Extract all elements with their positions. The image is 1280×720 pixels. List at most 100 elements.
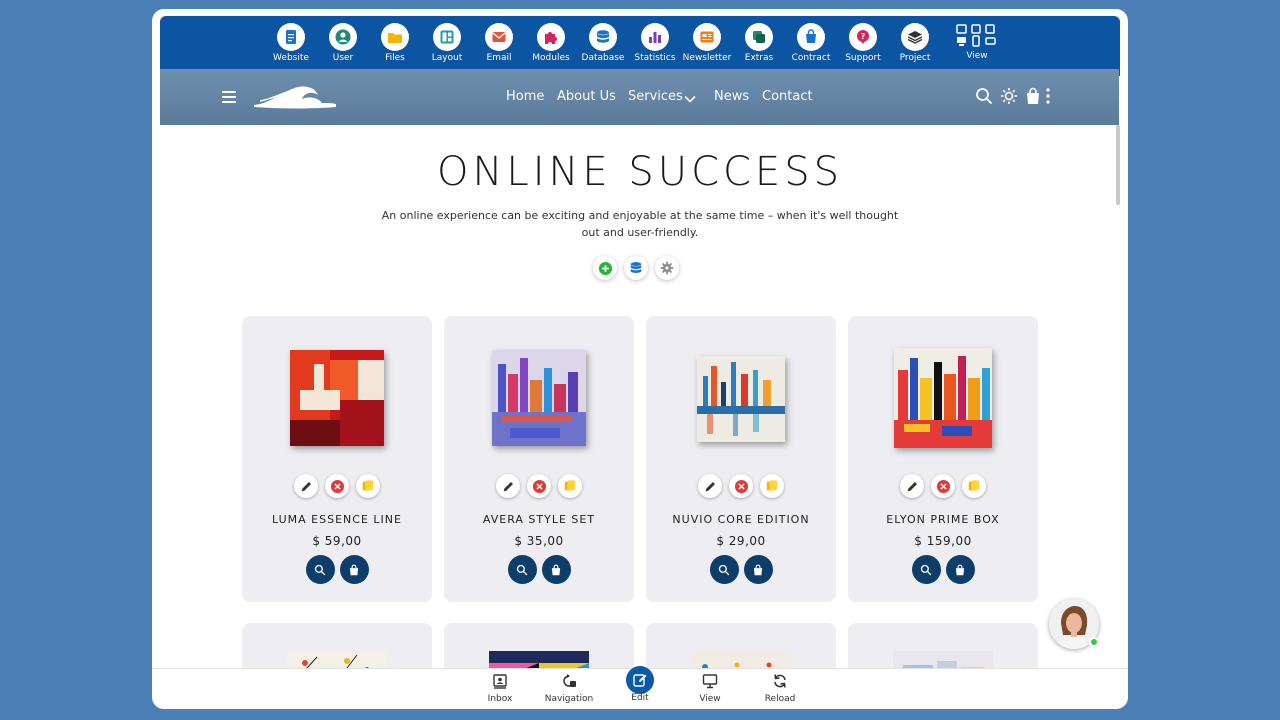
quick-view-button[interactable] [305,555,335,584]
document-icon [277,23,305,51]
card-actions [242,555,432,584]
admin-label: View [966,51,988,61]
product-image[interactable] [697,356,785,442]
search-icon [516,564,528,575]
close-circle-icon [936,479,950,493]
pencil-icon [907,481,917,491]
admin-view[interactable]: View [951,16,1003,76]
admin-support[interactable]: ? Support [837,16,889,76]
nav-news[interactable]: News [714,89,749,104]
close-circle-icon [734,479,748,493]
bottom-edit[interactable]: Edit [610,666,670,703]
admin-extras[interactable]: Extras [733,16,785,76]
copy-icon [766,480,778,491]
product-card[interactable]: AVERA STYLE SET $ 35,00 [444,316,634,602]
pencil-icon [705,481,715,491]
bottom-toolbar: Inbox Navigation Edit View Reload [152,666,1128,709]
bottom-view[interactable]: View [680,673,740,704]
product-card[interactable]: NUVIO CORE EDITION $ 29,00 [646,316,836,602]
quick-view-button[interactable] [507,555,537,584]
admin-layout[interactable]: Layout [421,16,473,76]
delete-button[interactable] [729,474,753,498]
admin-label: Statistics [634,53,676,63]
edit-button[interactable] [698,474,722,498]
wave-logo[interactable] [252,83,338,109]
admin-label: Support [845,53,881,63]
bottom-inbox[interactable]: Inbox [470,673,530,704]
add-to-cart-button[interactable] [541,555,571,584]
nav-services[interactable]: Services [628,89,683,104]
edit-button[interactable] [496,474,520,498]
product-price: $ 29,00 [716,534,766,548]
bottom-reload[interactable]: Reload [750,673,810,704]
edit-button[interactable] [294,474,318,498]
card-actions [848,555,1038,584]
delete-button[interactable] [931,474,955,498]
user-icon [329,23,357,51]
monitor-icon [702,674,718,689]
admin-label: Website [273,53,309,63]
sun-icon[interactable] [1000,87,1018,105]
copy-button[interactable] [962,474,986,498]
inbox-icon [493,674,507,689]
search-icon[interactable] [975,87,993,105]
edit-fab[interactable] [626,666,654,694]
add-to-cart-button[interactable] [339,555,369,584]
product-image[interactable] [492,350,586,446]
product-card[interactable]: LUMA ESSENCE LINE $ 59,00 [242,316,432,602]
copy-button[interactable] [760,474,784,498]
nav-home[interactable]: Home [506,89,544,104]
pencil-icon [301,481,311,491]
card-edit-tools [242,474,432,498]
menu-icon[interactable] [222,91,236,103]
admin-email[interactable]: Email [473,16,525,76]
add-button[interactable] [593,256,617,280]
contract-icon [797,23,825,51]
database-button[interactable] [624,256,648,280]
product-card[interactable]: ELYON PRIME BOX $ 159,00 [848,316,1038,602]
admin-project[interactable]: Project [889,16,941,76]
admin-modules[interactable]: Modules [525,16,577,76]
reload-icon [774,674,786,688]
search-icon [718,564,730,575]
settings-button[interactable] [655,256,679,280]
quick-view-button[interactable] [911,555,941,584]
nav-about-us[interactable]: About Us [557,89,616,104]
delete-button[interactable] [325,474,349,498]
admin-database[interactable]: Database [577,16,629,76]
product-image[interactable] [290,350,384,446]
shopping-bag-icon[interactable] [1024,87,1042,105]
admin-contract[interactable]: Contract [785,16,837,76]
close-circle-icon [532,479,546,493]
edit-button[interactable] [900,474,924,498]
more-vertical-icon[interactable] [1044,87,1052,105]
delete-button[interactable] [527,474,551,498]
admin-label: Extras [744,53,774,63]
admin-label: Contract [791,53,831,63]
admin-statistics[interactable]: Statistics [629,16,681,76]
quick-view-button[interactable] [709,555,739,584]
copy-button[interactable] [356,474,380,498]
product-image[interactable] [894,348,992,448]
admin-label: User [332,53,354,63]
copy-button[interactable] [558,474,582,498]
card-actions [646,555,836,584]
add-to-cart-button[interactable] [945,555,975,584]
add-to-cart-button[interactable] [743,555,773,584]
admin-newsletter[interactable]: Newsletter [681,16,733,76]
folder-icon [381,23,409,51]
bottom-label: Reload [764,694,796,704]
page-subtitle: An online experience can be exciting and… [381,209,899,239]
bottom-label: Navigation [544,694,594,704]
card-edit-tools [646,474,836,498]
search-icon [314,564,326,575]
chevron-down-icon[interactable] [684,95,696,103]
admin-files[interactable]: Files [369,16,421,76]
admin-user[interactable]: User [317,16,369,76]
nav-contact[interactable]: Contact [762,89,813,104]
admin-website[interactable]: Website [265,16,317,76]
bottom-navigation[interactable]: Navigation [539,673,599,704]
navigation-icon [563,674,576,687]
admin-label: Newsletter [682,53,732,63]
site-navbar: Home About Us Services News Contact [160,69,1119,125]
